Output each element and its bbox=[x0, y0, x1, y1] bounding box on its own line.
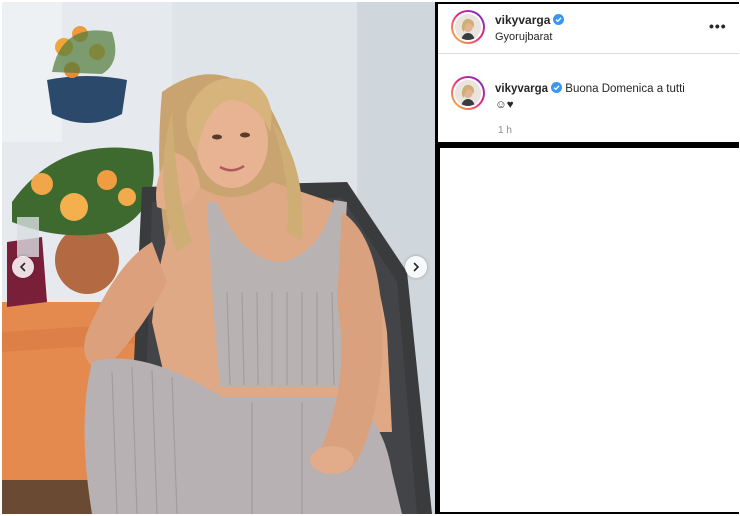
avatar[interactable] bbox=[451, 10, 485, 44]
caption-username[interactable]: vikyvarga bbox=[495, 83, 548, 95]
caption-text: Buona Domenica a tutti bbox=[565, 83, 685, 95]
post-photo[interactable] bbox=[2, 2, 435, 514]
comments-area bbox=[440, 148, 739, 512]
post-details-panel: vikyvarga Gyorujbarat ••• vikyvarga Buon… bbox=[438, 4, 739, 142]
more-options-button[interactable]: ••• bbox=[709, 18, 727, 34]
avatar-photo bbox=[455, 80, 481, 106]
username-text[interactable]: vikyvarga bbox=[495, 13, 550, 27]
carousel-prev-button[interactable] bbox=[12, 256, 34, 278]
verified-badge-icon bbox=[551, 82, 563, 93]
chevron-right-icon bbox=[411, 262, 421, 272]
post-author[interactable]: vikyvarga bbox=[495, 13, 565, 27]
post-location[interactable]: Gyorujbarat bbox=[495, 31, 552, 43]
verified-badge-icon bbox=[553, 14, 565, 25]
caption-avatar[interactable] bbox=[451, 76, 485, 110]
chevron-left-icon bbox=[18, 262, 28, 272]
carousel-next-button[interactable] bbox=[405, 256, 427, 278]
post-timestamp[interactable]: 1 h bbox=[498, 125, 512, 136]
post-header: vikyvarga Gyorujbarat ••• bbox=[438, 4, 739, 54]
post-caption: vikyvarga Buona Domenica a tutti ☺︎♥ bbox=[495, 81, 725, 113]
photo-illustration bbox=[2, 2, 435, 514]
caption-emoji: ☺︎♥ bbox=[495, 99, 514, 111]
avatar-photo bbox=[455, 14, 481, 40]
